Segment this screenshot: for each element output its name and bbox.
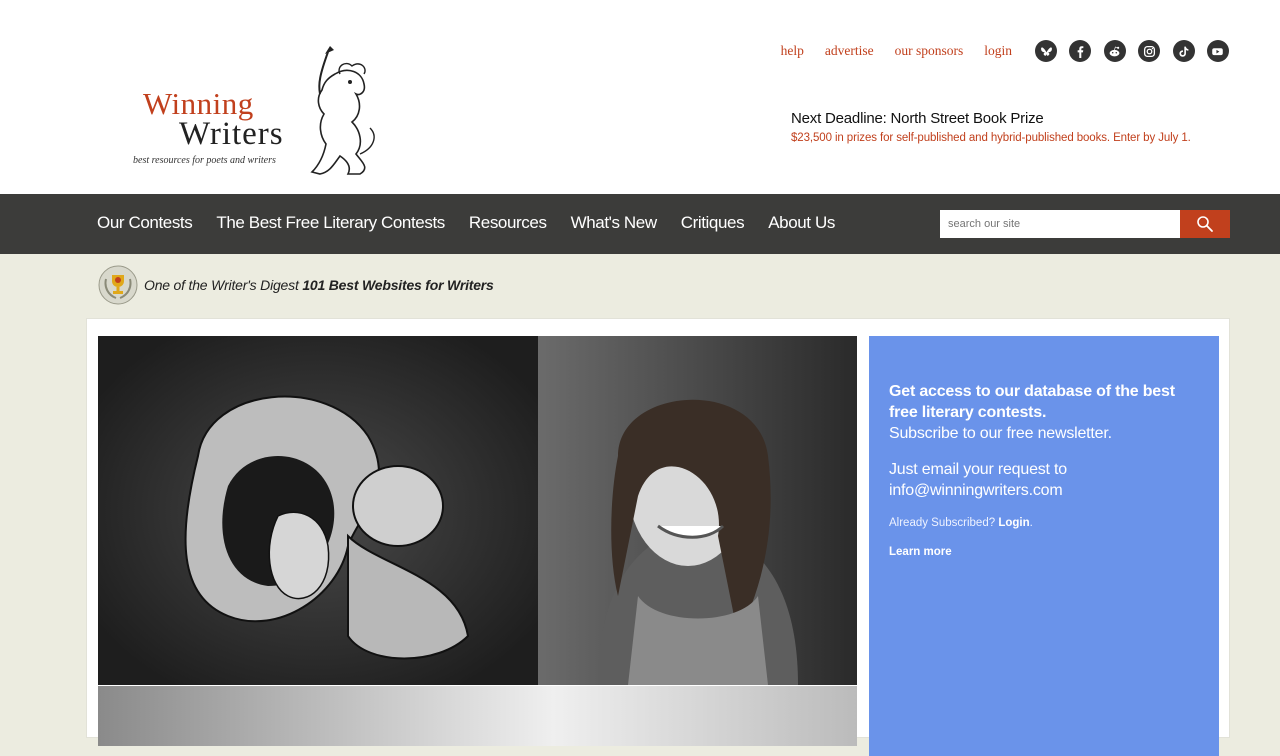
nav-best-free-literary-contests[interactable]: The Best Free Literary Contests (216, 213, 445, 233)
site-search (940, 210, 1230, 238)
already-subscribed: Already Subscribed? Login. (889, 517, 1033, 529)
nav-whats-new[interactable]: What's New (571, 213, 658, 233)
help-link[interactable]: help (781, 43, 804, 59)
writers-digest-award: One of the Writer's Digest 101 Best Webs… (98, 265, 494, 305)
instagram-icon[interactable] (1138, 40, 1161, 62)
deadline-title[interactable]: Next Deadline: North Street Book Prize (791, 110, 1191, 127)
search-icon (1197, 216, 1213, 232)
site-header: Winning Writers best resources for poets… (0, 0, 1280, 194)
already-subscribed-text: Already Subscribed? (889, 517, 999, 529)
award-text-prefix: One of the Writer's Digest (144, 277, 303, 293)
promo-line-email: Just email your request to info@winningw… (889, 461, 1067, 499)
hero-image-secondary[interactable] (98, 686, 857, 746)
facebook-icon[interactable] (1069, 40, 1092, 62)
hero-image[interactable] (98, 336, 857, 685)
youtube-icon[interactable] (1206, 40, 1229, 62)
award-text: One of the Writer's Digest 101 Best Webs… (144, 277, 494, 293)
lion-emblem-icon (310, 46, 375, 175)
reddit-icon[interactable] (1103, 40, 1126, 62)
content-card: Get access to our database of the best f… (86, 318, 1230, 756)
next-deadline[interactable]: Next Deadline: North Street Book Prize $… (791, 110, 1191, 144)
search-button[interactable] (1180, 210, 1230, 238)
site-logo[interactable]: Winning Writers best resources for poets… (130, 44, 380, 184)
award-text-bold: 101 Best Websites for Writers (302, 277, 494, 293)
deadline-subtitle[interactable]: $23,500 in prizes for self-published and… (791, 132, 1191, 144)
learn-more-link[interactable]: Learn more (889, 546, 1199, 558)
newsletter-promo: Get access to our database of the best f… (869, 336, 1219, 756)
award-badge-icon (98, 265, 138, 305)
hero-illustration (98, 336, 857, 685)
main-navbar: Our Contests The Best Free Literary Cont… (0, 194, 1280, 254)
logo-writers-text: Writers (179, 116, 284, 152)
bluesky-icon[interactable] (1035, 40, 1057, 62)
login-link[interactable]: login (984, 43, 1012, 59)
tiktok-icon[interactable] (1172, 40, 1195, 62)
utility-links: help advertise our sponsors login (781, 43, 1012, 59)
nav-our-contests[interactable]: Our Contests (97, 213, 193, 233)
advertise-link[interactable]: advertise (825, 43, 874, 59)
social-links (1035, 40, 1229, 62)
search-input[interactable] (940, 210, 1180, 238)
promo-line-database: Get access to our database of the best f… (889, 383, 1175, 421)
nav-about-us[interactable]: About Us (768, 213, 835, 233)
logo-tagline: best resources for poets and writers (133, 155, 276, 166)
our-sponsors-link[interactable]: our sponsors (895, 43, 964, 59)
promo-login-link[interactable]: Login (998, 517, 1029, 529)
promo-line-subscribe: Subscribe to our free newsletter. (889, 425, 1112, 442)
nav-resources[interactable]: Resources (469, 213, 547, 233)
nav-critiques[interactable]: Critiques (681, 213, 745, 233)
main-nav: Our Contests The Best Free Literary Cont… (97, 213, 835, 233)
